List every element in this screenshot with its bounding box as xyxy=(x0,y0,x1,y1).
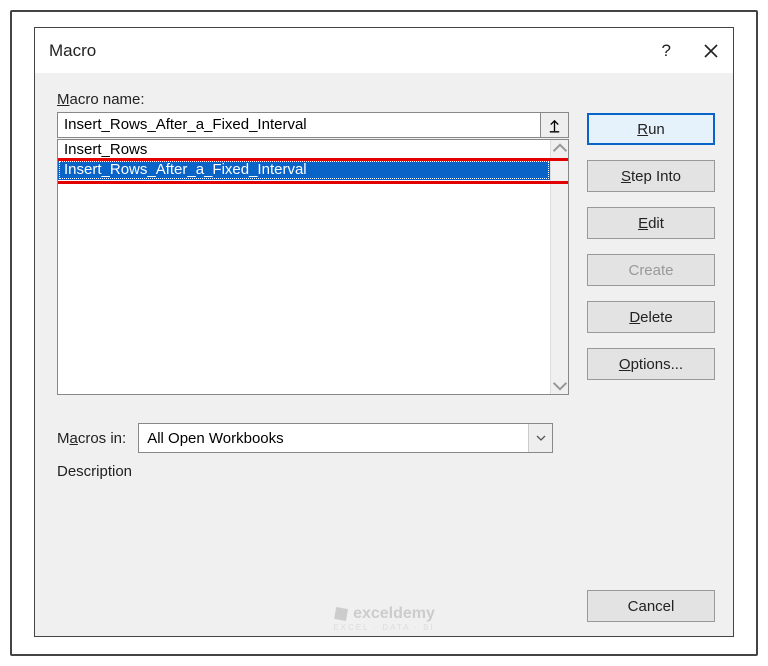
upper-section: Macro name: Insert_Rows Insert_Rows_Afte… xyxy=(57,91,715,484)
collapse-dialog-button[interactable] xyxy=(541,112,569,138)
dialog-title: Macro xyxy=(49,41,662,61)
list-item[interactable]: Insert_Rows xyxy=(58,140,550,160)
left-column: Macro name: Insert_Rows Insert_Rows_Afte… xyxy=(57,91,569,484)
button-column: Run Step Into Edit Create Delete Options… xyxy=(587,91,715,484)
macro-listbox[interactable]: Insert_Rows Insert_Rows_After_a_Fixed_In… xyxy=(57,139,569,395)
dialog-body: Macro name: Insert_Rows Insert_Rows_Afte… xyxy=(35,73,733,636)
macros-in-value: All Open Workbooks xyxy=(139,430,528,447)
title-bar: Macro ? xyxy=(35,28,733,73)
help-icon[interactable]: ? xyxy=(662,41,671,61)
macros-in-label: Macros in: xyxy=(57,430,126,447)
cancel-button[interactable]: Cancel xyxy=(587,590,715,622)
title-controls: ? xyxy=(662,41,719,61)
create-button: Create xyxy=(587,254,715,286)
options-button[interactable]: Options... xyxy=(587,348,715,380)
dialog-footer: Cancel xyxy=(57,590,715,622)
macro-name-input[interactable] xyxy=(57,112,541,138)
scrollbar[interactable] xyxy=(550,140,568,394)
chevron-down-icon[interactable] xyxy=(528,424,552,452)
scroll-up-icon[interactable] xyxy=(552,140,568,156)
macro-name-row xyxy=(57,112,569,138)
list-item[interactable]: Insert_Rows_After_a_Fixed_Interval xyxy=(58,160,550,180)
macro-dialog: Macro ? Macro name: xyxy=(34,27,734,637)
scroll-down-icon[interactable] xyxy=(552,378,568,394)
macros-in-select[interactable]: All Open Workbooks xyxy=(138,423,553,453)
run-button[interactable]: Run xyxy=(587,113,715,145)
macro-name-label: Macro name: xyxy=(57,91,569,108)
step-into-button[interactable]: Step Into xyxy=(587,160,715,192)
close-icon[interactable] xyxy=(703,43,719,59)
edit-button[interactable]: Edit xyxy=(587,207,715,239)
delete-button[interactable]: Delete xyxy=(587,301,715,333)
screenshot-frame: Macro ? Macro name: xyxy=(10,10,758,656)
description-label: Description xyxy=(57,463,569,480)
macros-in-row: Macros in: All Open Workbooks xyxy=(57,423,569,453)
